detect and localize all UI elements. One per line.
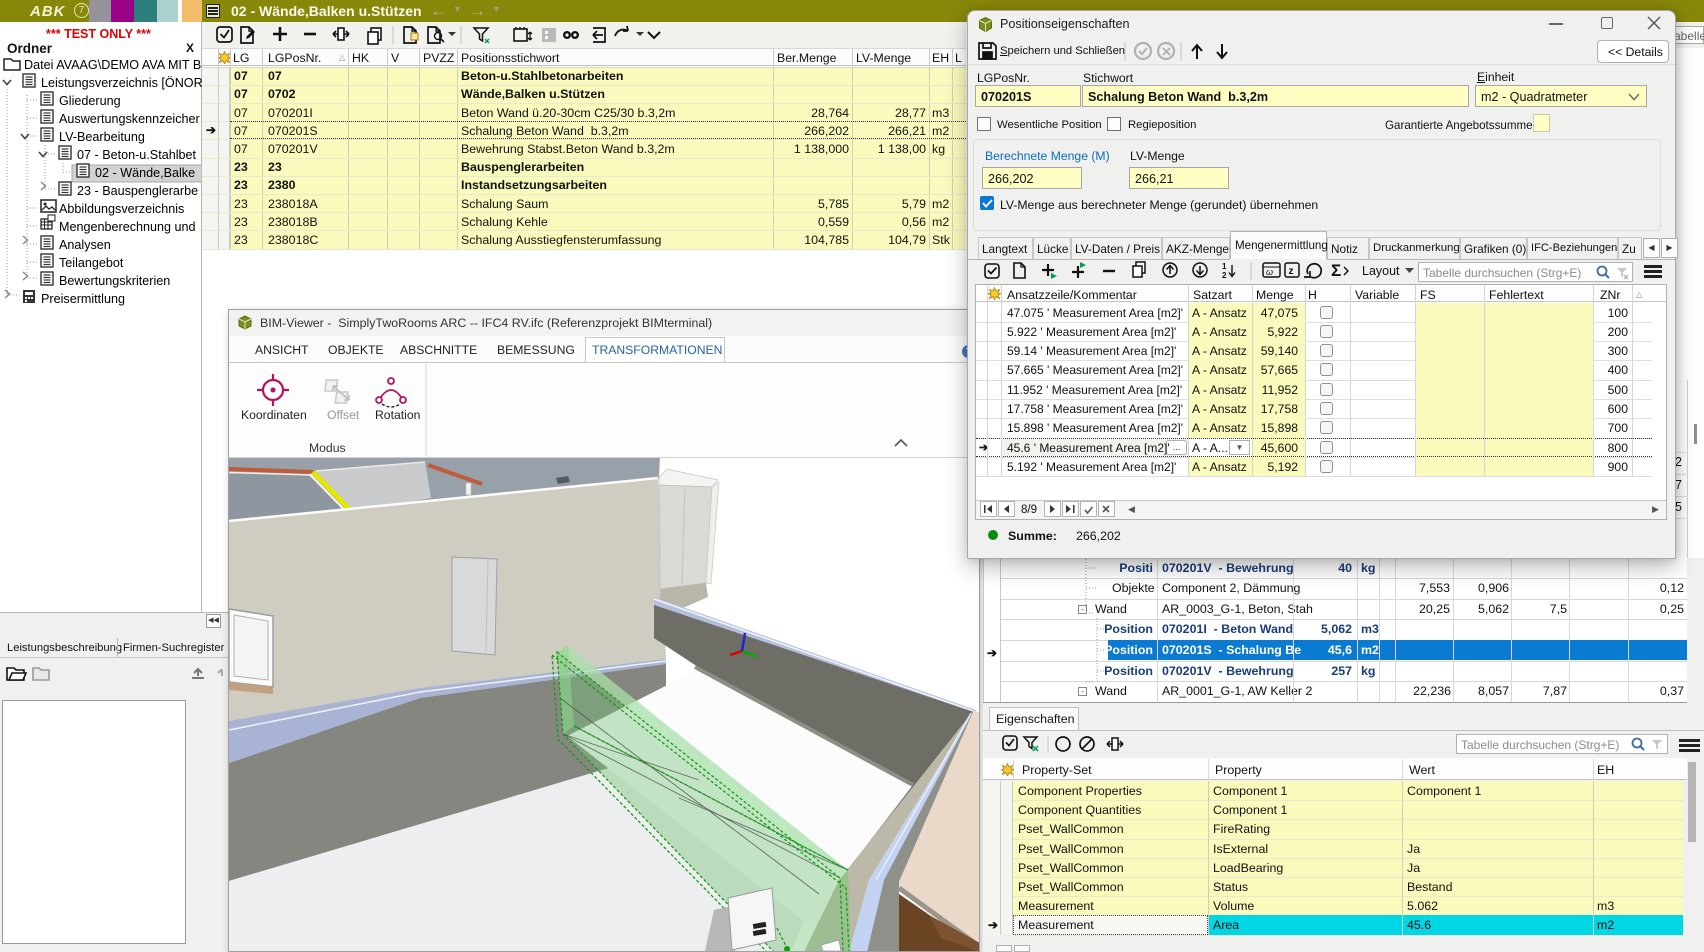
svg-text:Abbildungsverzeichnis: Abbildungsverzeichnis — [59, 202, 184, 216]
svg-text:Offset: Offset — [327, 408, 360, 422]
svg-text:Layout: Layout — [1362, 264, 1400, 278]
svg-text:z: z — [1289, 266, 1294, 277]
svg-text:LV-Bearbeitung: LV-Bearbeitung — [59, 130, 145, 144]
svg-text:Datei AVAAG\DEMO AVA MIT B:: Datei AVAAG\DEMO AVA MIT B: — [24, 58, 202, 72]
svg-text:Σ: Σ — [1331, 261, 1341, 280]
svg-text:Teilangebot: Teilangebot — [59, 256, 124, 270]
svg-text:Modus: Modus — [309, 441, 346, 455]
svg-text:02 - Wände,Balke: 02 - Wände,Balke — [95, 166, 195, 180]
svg-text:Preisermittlung: Preisermittlung — [41, 292, 125, 306]
svg-text:Auswertungskennzeicher: Auswertungskennzeicher — [59, 112, 200, 126]
svg-text:Bewertungskriterien: Bewertungskriterien — [59, 274, 170, 288]
svg-text:Koordinaten: Koordinaten — [241, 408, 307, 422]
svg-text:Mengenberechnung und: Mengenberechnung und — [59, 220, 196, 234]
svg-text:Analysen: Analysen — [59, 238, 111, 252]
svg-text:23 - Bauspenglerarbe: 23 - Bauspenglerarbe — [77, 184, 198, 198]
svg-text:ω: ω — [1266, 267, 1273, 277]
svg-text:2: 2 — [1222, 271, 1227, 280]
svg-text:07 - Beton-u.Stahlbet: 07 - Beton-u.Stahlbet — [77, 148, 197, 162]
svg-text:1: 1 — [1222, 262, 1227, 271]
svg-text:Rotation: Rotation — [375, 408, 420, 422]
svg-text:Leistungsverzeichnis [ÖNOR: Leistungsverzeichnis [ÖNOR — [41, 76, 202, 90]
svg-text:Gliederung: Gliederung — [59, 94, 121, 108]
